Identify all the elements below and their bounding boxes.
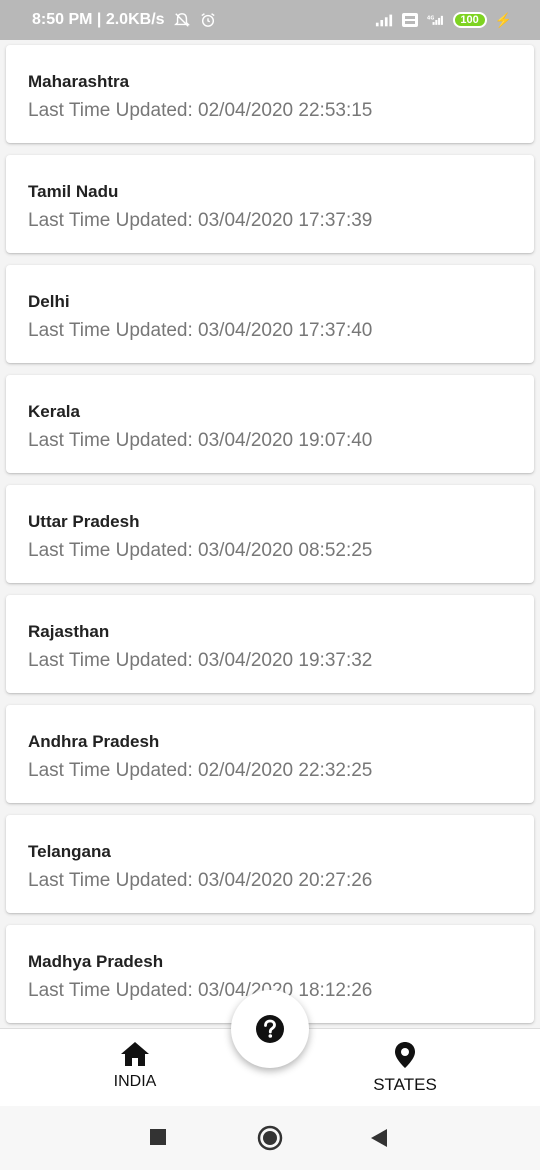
list-item[interactable]: Rajasthan Last Time Updated: 03/04/2020 … xyxy=(6,595,534,693)
last-updated: Last Time Updated: 02/04/2020 22:32:25 xyxy=(28,760,373,781)
list-item[interactable]: Uttar Pradesh Last Time Updated: 03/04/2… xyxy=(6,485,534,583)
list-item[interactable]: Tamil Nadu Last Time Updated: 03/04/2020… xyxy=(6,155,534,253)
last-updated: Last Time Updated: 03/04/2020 19:07:40 xyxy=(28,430,373,451)
last-updated: Last Time Updated: 03/04/2020 08:52:25 xyxy=(28,540,373,561)
state-name: Uttar Pradesh xyxy=(28,512,140,531)
svg-text:4G: 4G xyxy=(427,15,434,21)
circle-icon[interactable] xyxy=(257,1125,283,1151)
last-updated: Last Time Updated: 03/04/2020 19:37:32 xyxy=(28,650,373,671)
charging-icon: ⚡ xyxy=(494,11,512,28)
list-item[interactable]: Telangana Last Time Updated: 03/04/2020 … xyxy=(6,815,534,913)
state-name: Delhi xyxy=(28,292,70,311)
home-icon xyxy=(121,1042,149,1066)
nav-india-label: INDIA xyxy=(113,1073,157,1090)
last-updated: Last Time Updated: 03/04/2020 17:37:40 xyxy=(28,320,373,341)
help-icon xyxy=(256,1015,284,1043)
state-name: Tamil Nadu xyxy=(28,182,119,201)
state-list[interactable]: Maharashtra Last Time Updated: 02/04/202… xyxy=(0,40,540,1030)
state-name: Maharashtra xyxy=(28,72,130,91)
last-updated: Last Time Updated: 03/04/2020 17:37:39 xyxy=(28,210,373,231)
nav-tab-india[interactable]: INDIA xyxy=(75,1041,195,1091)
list-item[interactable]: Andhra Pradesh Last Time Updated: 02/04/… xyxy=(6,705,534,803)
status-right: 4G 100 ⚡ xyxy=(375,12,512,29)
last-updated: Last Time Updated: 03/04/2020 20:27:26 xyxy=(28,870,373,891)
signal-icon xyxy=(375,14,392,27)
state-name: Kerala xyxy=(28,402,80,421)
state-name: Rajasthan xyxy=(28,622,110,641)
square-icon[interactable] xyxy=(149,1128,167,1146)
volte-icon xyxy=(401,13,418,27)
system-navigation-bar xyxy=(0,1106,540,1170)
state-name: Madhya Pradesh xyxy=(28,952,164,971)
help-fab-button[interactable] xyxy=(231,990,309,1068)
battery-indicator: 100 xyxy=(452,12,487,28)
state-name: Andhra Pradesh xyxy=(28,732,160,751)
status-time-speed: 8:50 PM | 2.0KB/s xyxy=(32,11,165,28)
list-item[interactable]: Delhi Last Time Updated: 03/04/2020 17:3… xyxy=(6,265,534,363)
alarm-icon xyxy=(200,13,215,27)
signal-4g-icon: 4G xyxy=(427,15,443,25)
nav-states-label: STATES xyxy=(373,1075,437,1094)
status-bar: 8:50 PM | 2.0KB/s 4G 100 ⚡ xyxy=(0,0,540,40)
triangle-back-icon[interactable] xyxy=(370,1128,388,1148)
state-name: Telangana xyxy=(28,842,111,861)
location-pin-icon xyxy=(395,1042,415,1068)
status-left: 8:50 PM | 2.0KB/s xyxy=(32,11,217,29)
last-updated: Last Time Updated: 02/04/2020 22:53:15 xyxy=(28,100,373,121)
list-item[interactable]: Maharashtra Last Time Updated: 02/04/202… xyxy=(6,45,534,143)
nav-tab-states[interactable]: STATES xyxy=(345,1041,465,1095)
list-item[interactable]: Kerala Last Time Updated: 03/04/2020 19:… xyxy=(6,375,534,473)
bell-off-icon xyxy=(173,13,190,27)
